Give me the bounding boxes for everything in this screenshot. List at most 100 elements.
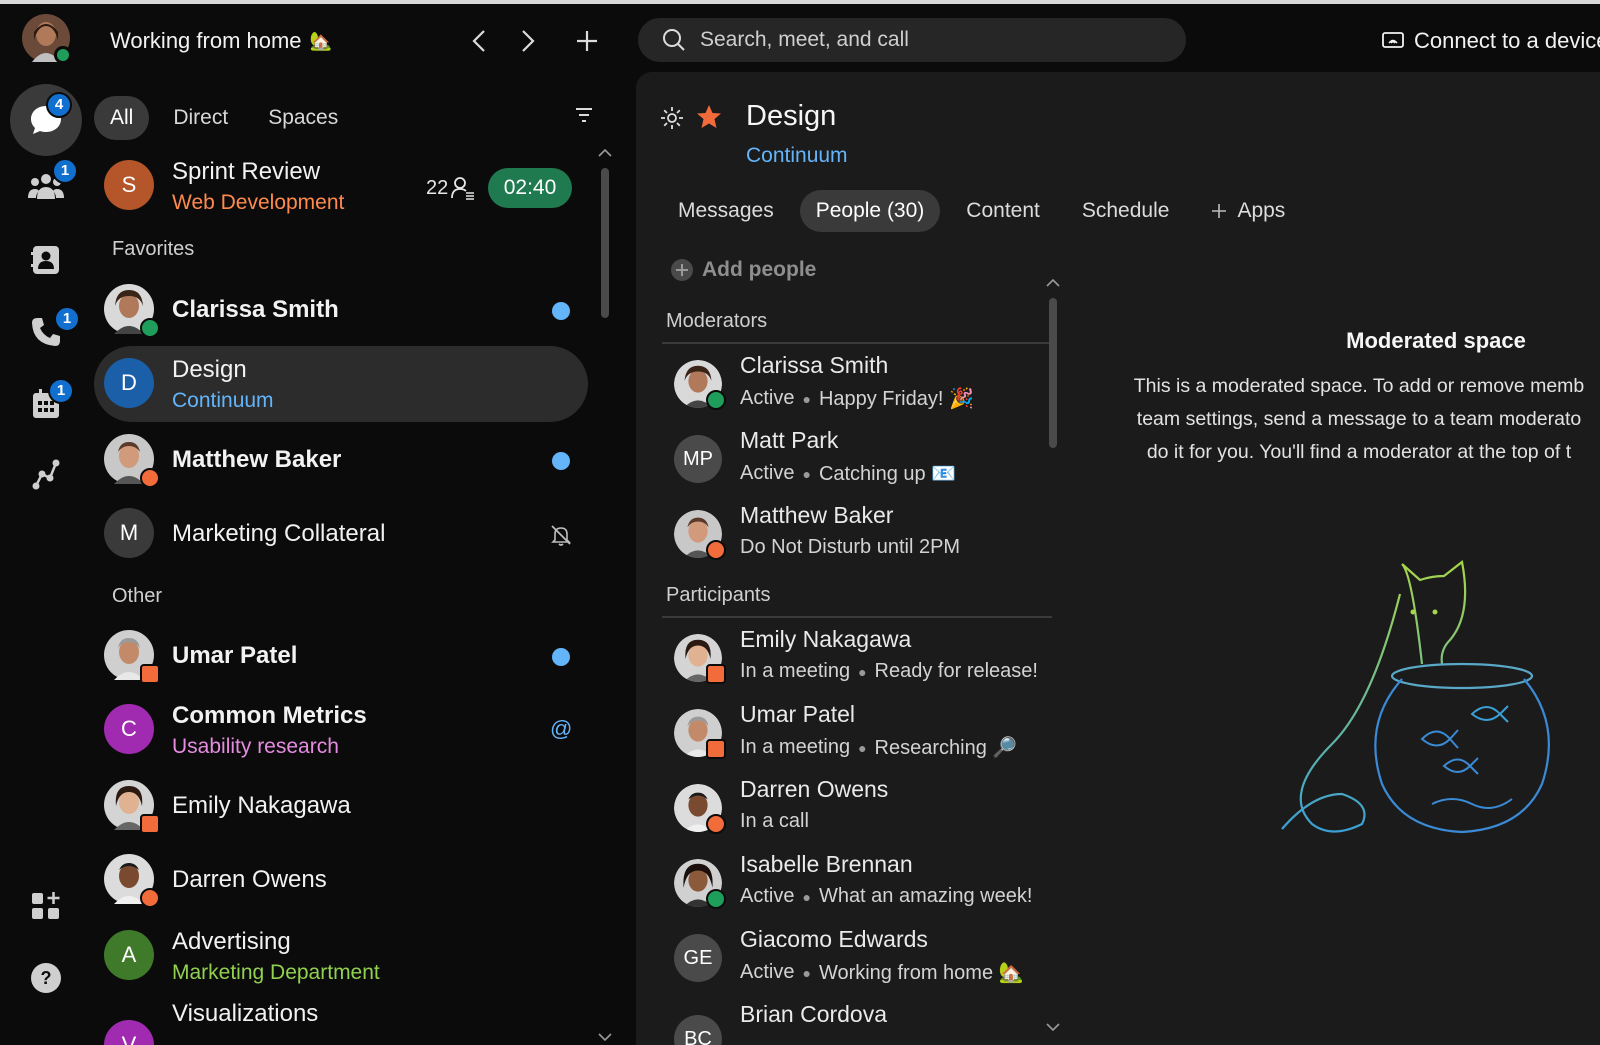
- new-button[interactable]: [572, 26, 602, 56]
- add-circle-icon: [671, 259, 693, 281]
- conversation-marketing-collateral[interactable]: M Marketing Collateral: [94, 496, 588, 572]
- conversation-name: Emily Nakagawa: [172, 792, 351, 819]
- person-status: Active ● Catching up 📧: [740, 462, 957, 485]
- tab-apps[interactable]: Apps: [1195, 190, 1301, 232]
- gear-icon[interactable]: [660, 106, 684, 130]
- my-status-text[interactable]: Working from home 🏡: [110, 28, 332, 54]
- search-bar[interactable]: [638, 18, 1186, 62]
- messaging-badge: 4: [46, 92, 72, 118]
- person-row-clarissa-smith[interactable]: Clarissa Smith Active ● Happy Friday! 🎉: [662, 346, 1062, 420]
- conversation-design[interactable]: D Design Continuum: [94, 346, 588, 422]
- conversation-name: Design: [172, 356, 247, 383]
- rail-apps[interactable]: [12, 872, 80, 940]
- unread-indicator: [552, 648, 570, 666]
- conversation-sprint-review[interactable]: S Sprint Review Web Development 22 02:40: [94, 148, 588, 224]
- person-status: Do Not Disturb until 2PM: [740, 536, 961, 558]
- person-name: Brian Cordova: [740, 1001, 888, 1027]
- rail-messaging[interactable]: 4: [10, 84, 82, 156]
- conversation-advertising[interactable]: A Advertising Marketing Department: [94, 918, 588, 994]
- person-status: In a meeting ● Ready for release!: [740, 660, 1038, 682]
- rail-contacts[interactable]: [12, 226, 80, 294]
- filter-all[interactable]: All: [94, 96, 150, 140]
- avatar: MP: [674, 435, 722, 483]
- person-row-matthew-baker[interactable]: Matthew Baker Do Not Disturb until 2PM: [662, 496, 1062, 570]
- rail-calling[interactable]: 1: [12, 298, 80, 366]
- top-bar: Working from home 🏡 Connect to a device: [0, 0, 1600, 72]
- person-name: Giacomo Edwards: [740, 926, 928, 952]
- scroll-thumb[interactable]: [1049, 298, 1057, 448]
- space-team-link[interactable]: Continuum: [746, 144, 848, 168]
- presence-active-icon: [706, 390, 726, 410]
- my-presence-indicator: [54, 46, 72, 64]
- rail-workflows[interactable]: [12, 440, 80, 508]
- presence-active-icon: [140, 318, 160, 338]
- moderated-space-description: This is a moderated space. To add or rem…: [1133, 375, 1585, 463]
- person-name: Emily Nakagawa: [740, 626, 912, 652]
- person-row-emily-nakagawa[interactable]: Emily Nakagawa In a meeting ● Ready for re…: [662, 620, 1062, 694]
- forward-button[interactable]: [512, 26, 542, 56]
- cat-fishbowl-illustration: [1281, 560, 1550, 834]
- avatar: D: [104, 358, 154, 408]
- rail-help[interactable]: ?: [12, 944, 80, 1012]
- tab-schedule[interactable]: Schedule: [1066, 190, 1186, 232]
- person-row-umar-patel[interactable]: Umar Patel In a meeting ● Researching 🔎: [662, 695, 1062, 769]
- conversation-list-scrollbar[interactable]: [596, 144, 614, 1044]
- conversation-clarissa-smith[interactable]: Clarissa Smith: [94, 272, 588, 348]
- conversation-subtitle: Continuum: [172, 389, 274, 412]
- in-meeting-icon: [706, 664, 726, 684]
- filter-direct[interactable]: Direct: [157, 96, 244, 140]
- avatar: S: [104, 160, 154, 210]
- filter-lines-icon: [576, 108, 592, 122]
- conversation-umar-patel[interactable]: Umar Patel: [94, 618, 588, 694]
- person-row-giacomo-edwards[interactable]: GE Giacomo Edwards Active ● Working from h…: [662, 920, 1062, 994]
- unread-indicator: [552, 452, 570, 470]
- people-list-scrollbar[interactable]: [1044, 274, 1062, 1034]
- presenting-icon: [706, 739, 726, 759]
- person-status: In a meeting ● Researching 🔎: [740, 736, 1018, 759]
- conversation-name: Matthew Baker: [172, 446, 342, 473]
- back-button[interactable]: [465, 26, 495, 56]
- connect-device-button[interactable]: Connect to a device: [1382, 28, 1600, 54]
- participants-label: Participants: [666, 584, 771, 606]
- meeting-participant-count: 22: [426, 176, 476, 200]
- person-row-isabelle-brennan[interactable]: Isabelle Brennan Active ● What an amazing …: [662, 845, 1062, 919]
- moderated-space-title: Moderated space: [1346, 328, 1526, 353]
- calling-badge: 1: [54, 306, 80, 332]
- scroll-up-icon: [1046, 278, 1060, 287]
- conversation-darren-owens[interactable]: Darren Owens: [94, 842, 588, 918]
- person-status: Active ● Working from home 🏡: [740, 961, 1024, 984]
- person-name: Matt Park: [740, 427, 839, 453]
- conversation-matthew-baker[interactable]: Matthew Baker: [94, 422, 588, 498]
- conversation-emily-nakagawa[interactable]: Emily Nakagawa: [94, 768, 588, 844]
- conversation-name: Advertising: [172, 928, 291, 955]
- scroll-thumb[interactable]: [601, 168, 609, 318]
- person-name: Clarissa Smith: [740, 352, 889, 378]
- person-row-matt-park[interactable]: MP Matt Park Active ● Catching up 📧: [662, 421, 1062, 495]
- space-title: Design: [746, 100, 837, 132]
- conversation-common-metrics[interactable]: C Common Metrics Usability research @: [94, 692, 588, 768]
- tab-messages[interactable]: Messages: [662, 190, 790, 232]
- tab-people[interactable]: People (30): [799, 190, 941, 232]
- avatar: GE: [674, 934, 722, 982]
- person-status: Active ● What an amazing week!: [740, 885, 1033, 907]
- person-row-brian-cordova[interactable]: BC Brian Cordova: [662, 995, 1062, 1045]
- add-people-button[interactable]: Add people: [670, 258, 816, 282]
- favorite-star-icon[interactable]: [696, 104, 722, 130]
- filter-spaces[interactable]: Spaces: [252, 96, 354, 140]
- search-input[interactable]: [700, 28, 1140, 52]
- rail-meetings[interactable]: 1: [12, 370, 80, 438]
- filter-menu-button[interactable]: [574, 106, 594, 129]
- person-name: Matthew Baker: [740, 502, 894, 528]
- network-icon: [32, 459, 60, 490]
- rail-teams[interactable]: 1: [12, 152, 80, 220]
- chevron-left-icon: [472, 30, 485, 52]
- unread-indicator: [552, 302, 570, 320]
- person-row-darren-owens[interactable]: Darren Owens In a call: [662, 770, 1062, 844]
- avatar: V: [104, 1020, 154, 1045]
- conversation-name: Umar Patel: [172, 642, 298, 669]
- conversation-visualizations[interactable]: V Visualizations: [94, 992, 588, 1045]
- tab-content[interactable]: Content: [950, 190, 1056, 232]
- avatar: C: [104, 704, 154, 754]
- join-meeting-button[interactable]: 02:40: [488, 168, 572, 208]
- moderators-label: Moderators: [666, 310, 768, 332]
